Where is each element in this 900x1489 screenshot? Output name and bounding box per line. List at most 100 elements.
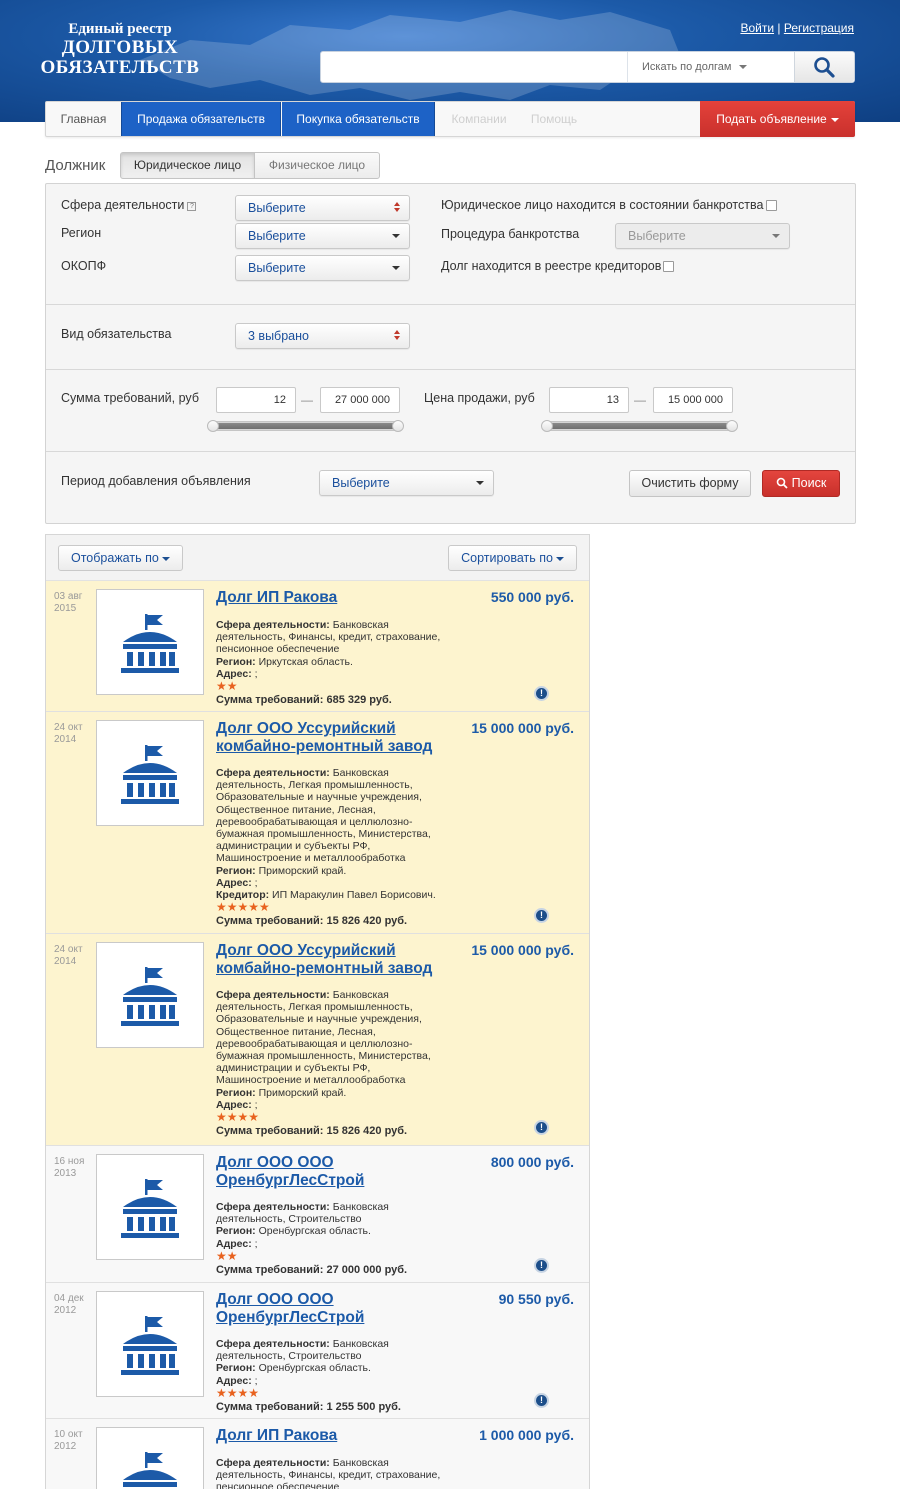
region-select[interactable]: Выберите [235, 223, 410, 249]
item-claims-sum: Сумма требований: 15 826 420 руб. [216, 1125, 408, 1138]
auth-separator: | [777, 21, 781, 35]
sort-by-dropdown[interactable]: Сортировать по [448, 545, 577, 571]
info-icon[interactable] [534, 1120, 549, 1135]
item-title-link[interactable]: Долг ИП Ракова [216, 1427, 456, 1445]
slider-handle-min[interactable] [541, 420, 553, 432]
item-region: Регион: Приморский край. [216, 864, 347, 877]
search-submit-button[interactable]: Поиск [762, 470, 840, 497]
item-title-link[interactable]: Долг ООО Уссурийский комбайно-ремонтный … [216, 942, 456, 978]
item-thumbnail[interactable] [96, 589, 204, 695]
item-address: Адрес: ; [216, 667, 258, 680]
list-item[interactable]: 10 окт 2012 Долг ИП Ракова 1 000 000 руб. Сф… [46, 1419, 589, 1489]
list-item[interactable]: 03 авг 2015 Долг ИП Ракова 550 000 руб. Сфер… [46, 581, 589, 712]
claims-min-input[interactable] [216, 387, 296, 413]
obligation-label: Вид обязательства [61, 327, 172, 341]
info-icon[interactable] [534, 1258, 549, 1273]
item-date: 24 окт 2014 [54, 944, 83, 967]
item-sphere: Сфера деятельности: Банковская деятельно… [216, 989, 431, 1087]
search-scope-dropdown[interactable]: Искать по долгам [627, 52, 795, 82]
chevron-down-icon [772, 234, 780, 238]
list-item[interactable]: 16 ноя 2013 Долг ООО ООО ОренбургЛесСтрой 8… [46, 1146, 589, 1283]
search-button[interactable] [794, 52, 854, 82]
nav-companies[interactable]: Компании [442, 102, 516, 136]
slider-handle-min[interactable] [207, 420, 219, 432]
item-thumbnail[interactable] [96, 720, 204, 826]
chevron-down-icon [392, 234, 400, 238]
results-toolbar: Отображать по Сортировать по [46, 535, 589, 581]
range-dash: — [301, 393, 313, 407]
post-ad-button[interactable]: Подать объявление [700, 101, 855, 137]
claims-slider[interactable] [207, 420, 404, 432]
item-thumbnail[interactable] [96, 1427, 204, 1489]
obligation-select[interactable]: 3 выбрано [235, 323, 410, 349]
item-price: 15 000 000 руб. [471, 942, 574, 958]
site-logo[interactable]: Единый реестр ДОЛГОВЫХ ОБЯЗАТЕЛЬСТВ [40, 21, 200, 78]
item-title-link[interactable]: Долг ООО ООО ОренбургЛесСтрой [216, 1154, 456, 1190]
item-region: Регион: Иркутская область. [216, 655, 353, 668]
bankrupt-checkbox[interactable] [766, 200, 777, 211]
register-link[interactable]: Регистрация [784, 21, 854, 35]
slider-fill [551, 423, 728, 429]
item-claims-sum: Сумма требований: 15 826 420 руб. [216, 915, 408, 928]
tab-legal-entity[interactable]: Юридическое лицо [120, 152, 255, 179]
display-by-dropdown[interactable]: Отображать по [58, 545, 183, 571]
item-title-link[interactable]: Долг ООО Уссурийский комбайно-ремонтный … [216, 720, 456, 756]
item-title-link[interactable]: Долг ООО ООО ОренбургЛесСтрой [216, 1291, 456, 1327]
updown-icon [394, 330, 400, 342]
item-sphere: Сфера деятельности: Банковская деятельно… [216, 767, 431, 865]
claims-max-input[interactable] [320, 387, 400, 413]
list-item[interactable]: 24 окт 2014 Долг ООО Уссурийский комбайно-… [46, 934, 589, 1146]
bank-building-icon [121, 745, 179, 804]
search-input[interactable] [321, 52, 627, 82]
item-region: Регион: Оренбургская область. [216, 1362, 371, 1375]
nav-home[interactable]: Главная [46, 102, 121, 136]
item-thumbnail[interactable] [96, 1291, 204, 1397]
list-item[interactable]: 24 окт 2014 Долг ООО Уссурийский комбайно-… [46, 712, 589, 934]
price-slider[interactable] [541, 420, 738, 432]
item-date: 16 ноя 2013 [54, 1156, 85, 1179]
item-sphere: Сфера деятельности: Банковская деятельно… [216, 1201, 389, 1226]
login-link[interactable]: Войти [740, 21, 774, 35]
tab-individual[interactable]: Физическое лицо [254, 152, 380, 179]
nav-buy[interactable]: Покупка обязательств [282, 102, 435, 136]
sphere-label: Сфера деятельности? [61, 198, 197, 212]
item-title-link[interactable]: Долг ИП Ракова [216, 589, 456, 607]
bank-building-icon [123, 1452, 177, 1487]
item-details: Сфера деятельности: Банковская деятельно… [216, 989, 456, 1137]
clear-form-button[interactable]: Очистить форму [629, 470, 751, 497]
nav-help[interactable]: Помощь [524, 102, 584, 136]
item-thumbnail[interactable] [96, 942, 204, 1048]
period-select[interactable]: Выберите [319, 470, 494, 496]
region-label: Регион [61, 226, 102, 240]
search-bar: Искать по долгам [320, 51, 855, 83]
item-date: 24 окт 2014 [54, 722, 83, 745]
procedure-select[interactable]: Выберите [615, 223, 790, 249]
chevron-down-icon [738, 65, 747, 70]
chevron-down-icon [830, 117, 839, 122]
info-icon[interactable] [534, 1393, 549, 1408]
debtor-label: Должник [45, 157, 106, 174]
slider-handle-max[interactable] [726, 420, 738, 432]
item-price: 800 000 руб. [490, 1154, 574, 1170]
updown-icon [394, 202, 400, 214]
okopf-label: ОКОПФ [61, 259, 107, 273]
logo-line3: ОБЯЗАТЕЛЬСТВ [40, 56, 200, 78]
item-thumbnail[interactable] [96, 1154, 204, 1260]
registry-checkbox[interactable] [663, 261, 674, 272]
chevron-down-icon [161, 556, 170, 561]
nav-sell[interactable]: Продажа обязательств [121, 102, 281, 136]
okopf-select[interactable]: Выберите [235, 255, 410, 281]
help-icon[interactable]: ? [187, 202, 197, 211]
info-icon[interactable] [534, 686, 549, 701]
slider-handle-max[interactable] [392, 420, 404, 432]
bank-building-icon [121, 614, 179, 673]
info-icon[interactable] [534, 908, 549, 923]
claims-label: Сумма требований, руб [61, 391, 199, 405]
bank-building-icon [121, 1179, 179, 1238]
price-max-input[interactable] [653, 387, 733, 413]
divider [46, 304, 855, 305]
price-min-input[interactable] [549, 387, 629, 413]
item-sphere: Сфера деятельности: Банковская деятельно… [216, 1338, 389, 1363]
list-item[interactable]: 04 дек 2012 Долг ООО ООО ОренбургЛесСтрой 9… [46, 1283, 589, 1419]
sphere-select[interactable]: Выберите [235, 195, 410, 221]
